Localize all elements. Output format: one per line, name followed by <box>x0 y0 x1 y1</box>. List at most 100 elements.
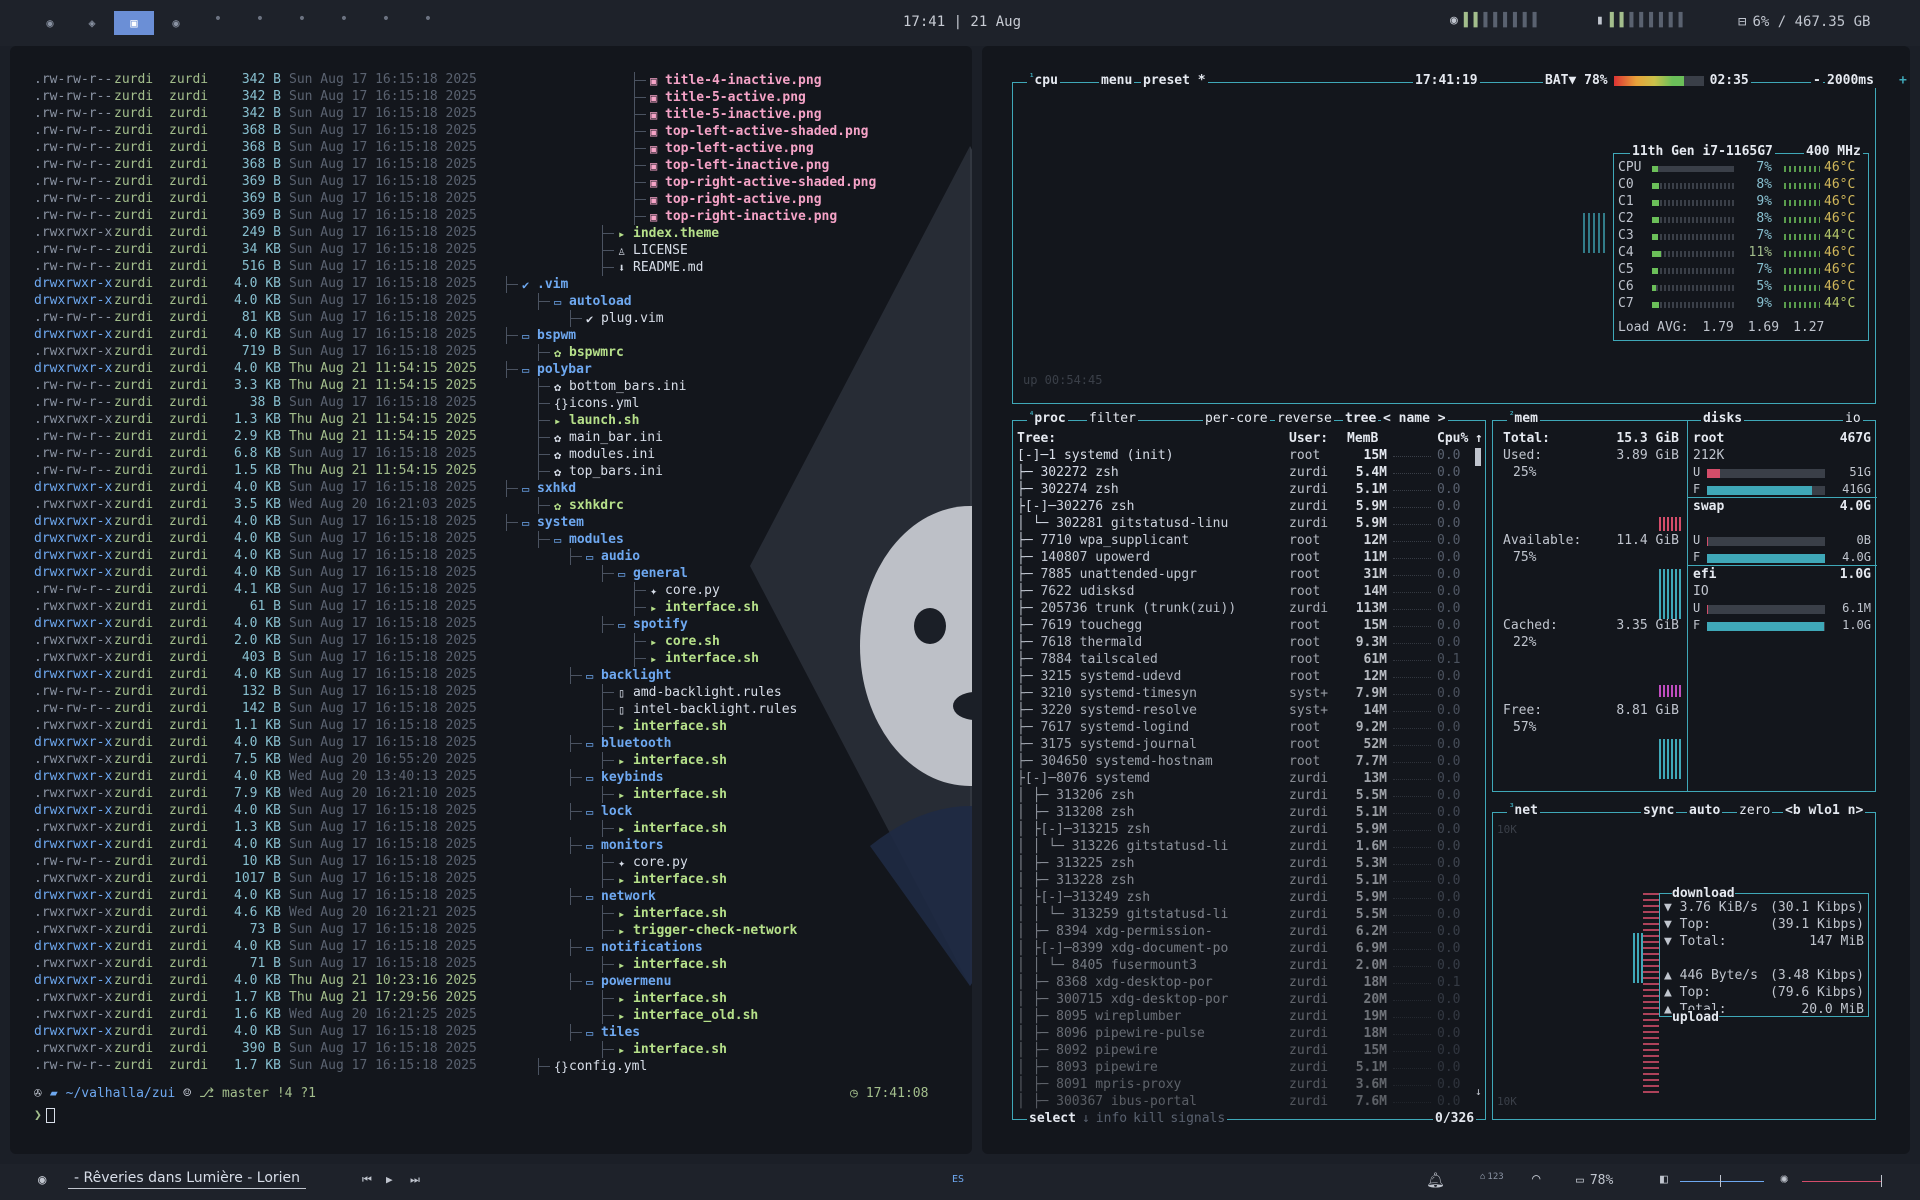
disk-widget[interactable]: ⊟ 6% / 467.35 GB <box>1738 14 1870 30</box>
brightness-icon[interactable]: ✺ <box>1780 1171 1788 1187</box>
kill-button[interactable]: kill <box>1133 1111 1164 1126</box>
tree-item[interactable]: ▸ interface.sh <box>618 871 727 888</box>
process-row[interactable]: ├[-]─8076 systemd zurdi 13M 0.0 <box>1017 771 1477 788</box>
col-mem[interactable]: MemB <box>1347 431 1378 446</box>
tree-item[interactable]: ▭ bspwm <box>522 327 576 344</box>
workspace-1[interactable]: ◉ <box>30 11 70 35</box>
tree-item[interactable]: ✿ bspwmrc <box>554 344 624 361</box>
process-row[interactable]: ├─ 7710 wpa_supplicant root 12M 0.0 <box>1017 533 1477 550</box>
tree-item[interactable]: ✿ top_bars.ini <box>554 463 663 480</box>
process-row[interactable]: │ │ └─ 313259 gitstatusd-li zurdi 5.5M 0.0 <box>1017 907 1477 924</box>
workspace-dot[interactable]: • <box>366 11 406 35</box>
process-row[interactable]: │ └─ 302281 gitstatusd-linu zurdi 5.9M 0.0 <box>1017 516 1477 533</box>
menu-button[interactable]: menu <box>1099 73 1135 88</box>
tree-item[interactable]: ▸ interface.sh <box>618 905 727 922</box>
workspace-dot[interactable]: • <box>240 11 280 35</box>
tree-item[interactable]: ▸ core.sh <box>650 633 720 650</box>
process-row[interactable]: ├─ 3215 systemd-udevd root 12M 0.0 <box>1017 669 1477 686</box>
tree-item[interactable]: ✿ bottom_bars.ini <box>554 378 686 395</box>
previous-track-icon[interactable]: ⏮ <box>362 1173 372 1187</box>
process-row[interactable]: ├─ 140807 upowerd root 11M 0.0 <box>1017 550 1477 567</box>
process-row[interactable]: ├─ 7618 thermald root 9.3M 0.0 <box>1017 635 1477 652</box>
preset-button[interactable]: preset * <box>1141 73 1208 88</box>
process-row[interactable]: │ ├─ 8394 xdg-permission-zurdi 6.2M 0.0 <box>1017 924 1477 941</box>
process-row[interactable]: ├─ 302272 zsh zurdi 5.4M 0.0 <box>1017 465 1477 482</box>
tree-item[interactable]: ▣ title-5-inactive.png <box>650 106 822 123</box>
col-cpu[interactable]: Cpu% <box>1437 431 1468 446</box>
spotify-icon[interactable]: ◉ <box>38 1172 46 1188</box>
interface-selector[interactable]: <b wlo1 n> <box>1783 803 1866 818</box>
brightness-widget[interactable]: ▮ ▌▌▌▌▌▌▌▌ <box>1596 13 1688 28</box>
brightness-slider[interactable] <box>1802 1175 1882 1187</box>
now-playing[interactable]: - Rêveries dans Lumière - Lorien <box>68 1170 307 1189</box>
tree-item[interactable]: ▣ top-right-inactive.png <box>650 208 837 225</box>
next-track-icon[interactable]: ⏭ <box>410 1173 420 1187</box>
mem-tab[interactable]: ²mem <box>1507 411 1540 426</box>
sort-selector[interactable]: < name > <box>1381 411 1448 426</box>
tree-item[interactable]: ▭ bluetooth <box>586 735 671 752</box>
play-icon[interactable]: ▶ <box>386 1173 393 1186</box>
workspace-2[interactable]: ◈ <box>72 11 112 35</box>
tree-item[interactable]: ▭ system <box>522 514 584 531</box>
tree-item[interactable]: ▭ general <box>618 565 688 582</box>
tree-item[interactable]: ▭ polybar <box>522 361 592 378</box>
process-row[interactable]: │ ├─ 300367 ibus-portal zurdi 7.6M 0.0 <box>1017 1094 1477 1111</box>
process-row[interactable]: │ ├─ 8091 mpris-proxy zurdi 3.6M 0.0 <box>1017 1077 1477 1094</box>
tree-item[interactable]: ✔ .vim <box>522 276 568 293</box>
process-row[interactable]: ├─ 304650 systemd-hostnam root 7.7M 0.0 <box>1017 754 1477 771</box>
tree-item[interactable]: ▸ interface.sh <box>618 990 727 1007</box>
tree-item[interactable]: ▣ title-4-inactive.png <box>650 72 822 89</box>
process-row[interactable]: │ ├─ 300715 xdg-desktop-por zurdi 20M 0.0 <box>1017 992 1477 1009</box>
tree-item[interactable]: ▸ interface.sh <box>618 1041 727 1058</box>
battery-widget[interactable]: ▭ 78% <box>1576 1173 1613 1188</box>
process-row[interactable]: │ ├[-]─8399 xdg-document-po zurdi 6.9M 0.0 <box>1017 941 1477 958</box>
sync-toggle[interactable]: sync <box>1641 803 1677 818</box>
volume-widget[interactable]: ◉ ▌▌▌▌▌▌▌▌ <box>1450 13 1542 28</box>
tree-item[interactable]: ▭ sxhkd <box>522 480 576 497</box>
tree-item[interactable]: ▸ index.theme <box>618 225 719 242</box>
process-row[interactable]: │ ├─ 8368 xdg-desktop-por zurdi 18M 0.1 <box>1017 975 1477 992</box>
col-user[interactable]: User: <box>1289 431 1328 446</box>
process-row[interactable]: ├─ 7619 touchegg root 15M 0.0 <box>1017 618 1477 635</box>
tree-item[interactable]: ▯ amd-backlight.rules <box>618 684 782 701</box>
tree-item[interactable]: ▣ top-right-active.png <box>650 191 822 208</box>
process-row[interactable]: ├─ 7884 tailscaled root 61M 0.1 <box>1017 652 1477 669</box>
process-row[interactable]: ├─ 7885 unattended-upgr root 31M 0.0 <box>1017 567 1477 584</box>
tree-item[interactable]: ▭ spotify <box>618 616 688 633</box>
process-row[interactable]: │ ├─ 313208 zsh zurdi 5.1M 0.0 <box>1017 805 1477 822</box>
zero-toggle[interactable]: zero <box>1737 803 1773 818</box>
command-line[interactable]: ❯ <box>34 1108 55 1123</box>
col-tree[interactable]: Tree: <box>1017 431 1056 446</box>
tree-item[interactable]: ▭ tiles <box>586 1024 640 1041</box>
btop-monitor[interactable]: ¹cpu menu preset * 17:41:19 BAT▼ 78% 02:… <box>982 46 1910 1154</box>
tree-item[interactable]: ▭ keybinds <box>586 769 664 786</box>
process-row[interactable]: ├─ 7622 udisksd root 14M 0.0 <box>1017 584 1477 601</box>
tree-item[interactable]: ✿ main_bar.ini <box>554 429 663 446</box>
workspace-dot[interactable]: • <box>408 11 448 35</box>
tree-item[interactable]: ▭ monitors <box>586 837 664 854</box>
tree-item[interactable]: ✔ plug.vim <box>586 310 664 327</box>
cpu-tab[interactable]: ¹cpu <box>1027 73 1060 88</box>
scroll-down-icon[interactable]: ↓ <box>1475 1085 1482 1098</box>
tree-item[interactable]: ⬇ README.md <box>618 259 703 276</box>
process-row[interactable]: │ ├─ 8095 wireplumber zurdi 19M 0.0 <box>1017 1009 1477 1026</box>
rate-minus[interactable]: - <box>1811 73 1823 88</box>
mic-icon[interactable]: ◧ <box>1660 1172 1668 1187</box>
proc-tab[interactable]: ⁴proc <box>1027 411 1068 426</box>
tree-item[interactable]: ▭ backlight <box>586 667 671 684</box>
keyboard-layout[interactable]: ES <box>952 1174 964 1185</box>
tree-item[interactable]: ✦ core.py <box>650 582 720 599</box>
process-row[interactable]: │ ├─ 313228 zsh zurdi 5.1M 0.0 <box>1017 873 1477 890</box>
tree-item[interactable]: ▸ interface.sh <box>618 956 727 973</box>
tree-item[interactable]: ▭ autoload <box>554 293 632 310</box>
auto-toggle[interactable]: auto <box>1687 803 1723 818</box>
tree-item[interactable]: ♙ LICENSE <box>618 242 688 259</box>
process-row[interactable]: │ │ └─ 8405 fusermount3 zurdi 2.0M 0.0 <box>1017 958 1477 975</box>
filter-button[interactable]: filter <box>1087 411 1138 426</box>
process-row[interactable]: ├─ 302274 zsh zurdi 5.1M 0.0 <box>1017 482 1477 499</box>
workspace-3[interactable]: ▣ <box>114 11 154 35</box>
terminal-ls-tree[interactable]: .rw-rw-r-- zurdi zurdi 342 B Sun Aug 17 16:1… <box>10 46 972 1154</box>
tree-item[interactable]: {} config.yml <box>554 1058 647 1075</box>
tree-item[interactable]: ▸ interface_old.sh <box>618 1007 758 1024</box>
tree-item[interactable]: ▣ top-left-active-shaded.png <box>650 123 869 140</box>
